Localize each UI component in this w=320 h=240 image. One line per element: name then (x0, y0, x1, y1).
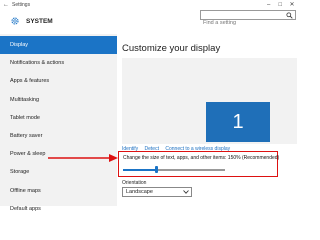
minimize-button[interactable]: – (264, 2, 274, 8)
slider-thumb[interactable] (155, 166, 159, 173)
sidebar-item-storage[interactable]: Storage (0, 163, 117, 181)
sidebar-item-notifications[interactable]: Notifications & actions (0, 54, 117, 72)
sidebar-item-tablet-mode[interactable]: Tablet mode (0, 109, 117, 127)
back-arrow-icon[interactable]: ← (3, 2, 9, 8)
scale-setting-highlight: Change the size of text, apps, and other… (118, 151, 280, 177)
window-title: Settings (12, 2, 31, 8)
scale-label: Change the size of text, apps, and other… (123, 155, 280, 161)
sidebar-item-offline-maps[interactable]: Offline maps (0, 182, 117, 200)
gear-icon (11, 17, 19, 25)
search-box[interactable] (200, 10, 296, 27)
search-icon[interactable] (286, 12, 293, 19)
search-input[interactable] (201, 19, 287, 27)
orientation-dropdown[interactable]: Landscape (122, 187, 192, 197)
window-controls: – □ ✕ (264, 1, 297, 8)
monitor-tile[interactable]: 1 (206, 102, 270, 142)
sidebar-nav: Display Notifications & actions Apps & f… (0, 36, 117, 218)
maximize-button[interactable]: □ (275, 2, 285, 8)
page-title: Customize your display (122, 43, 221, 54)
title-bar: ← Settings – □ ✕ (0, 0, 300, 10)
scale-slider[interactable] (123, 166, 225, 173)
slider-fill (123, 169, 157, 171)
sidebar-item-multitasking[interactable]: Multitasking (0, 91, 117, 109)
sidebar-item-default-apps[interactable]: Default apps (0, 200, 117, 218)
display-preview: 1 (122, 58, 297, 144)
orientation-value: Landscape (126, 189, 153, 195)
sidebar-item-apps-features[interactable]: Apps & features (0, 72, 117, 90)
chevron-down-icon (183, 190, 189, 194)
close-button[interactable]: ✕ (287, 1, 297, 8)
sidebar-item-power-sleep[interactable]: Power & sleep (0, 145, 117, 163)
sidebar-item-battery-saver[interactable]: Battery saver (0, 127, 117, 145)
orientation-label: Orientation (122, 180, 147, 186)
section-title: SYSTEM (26, 18, 53, 25)
sidebar-item-display[interactable]: Display (0, 36, 117, 55)
